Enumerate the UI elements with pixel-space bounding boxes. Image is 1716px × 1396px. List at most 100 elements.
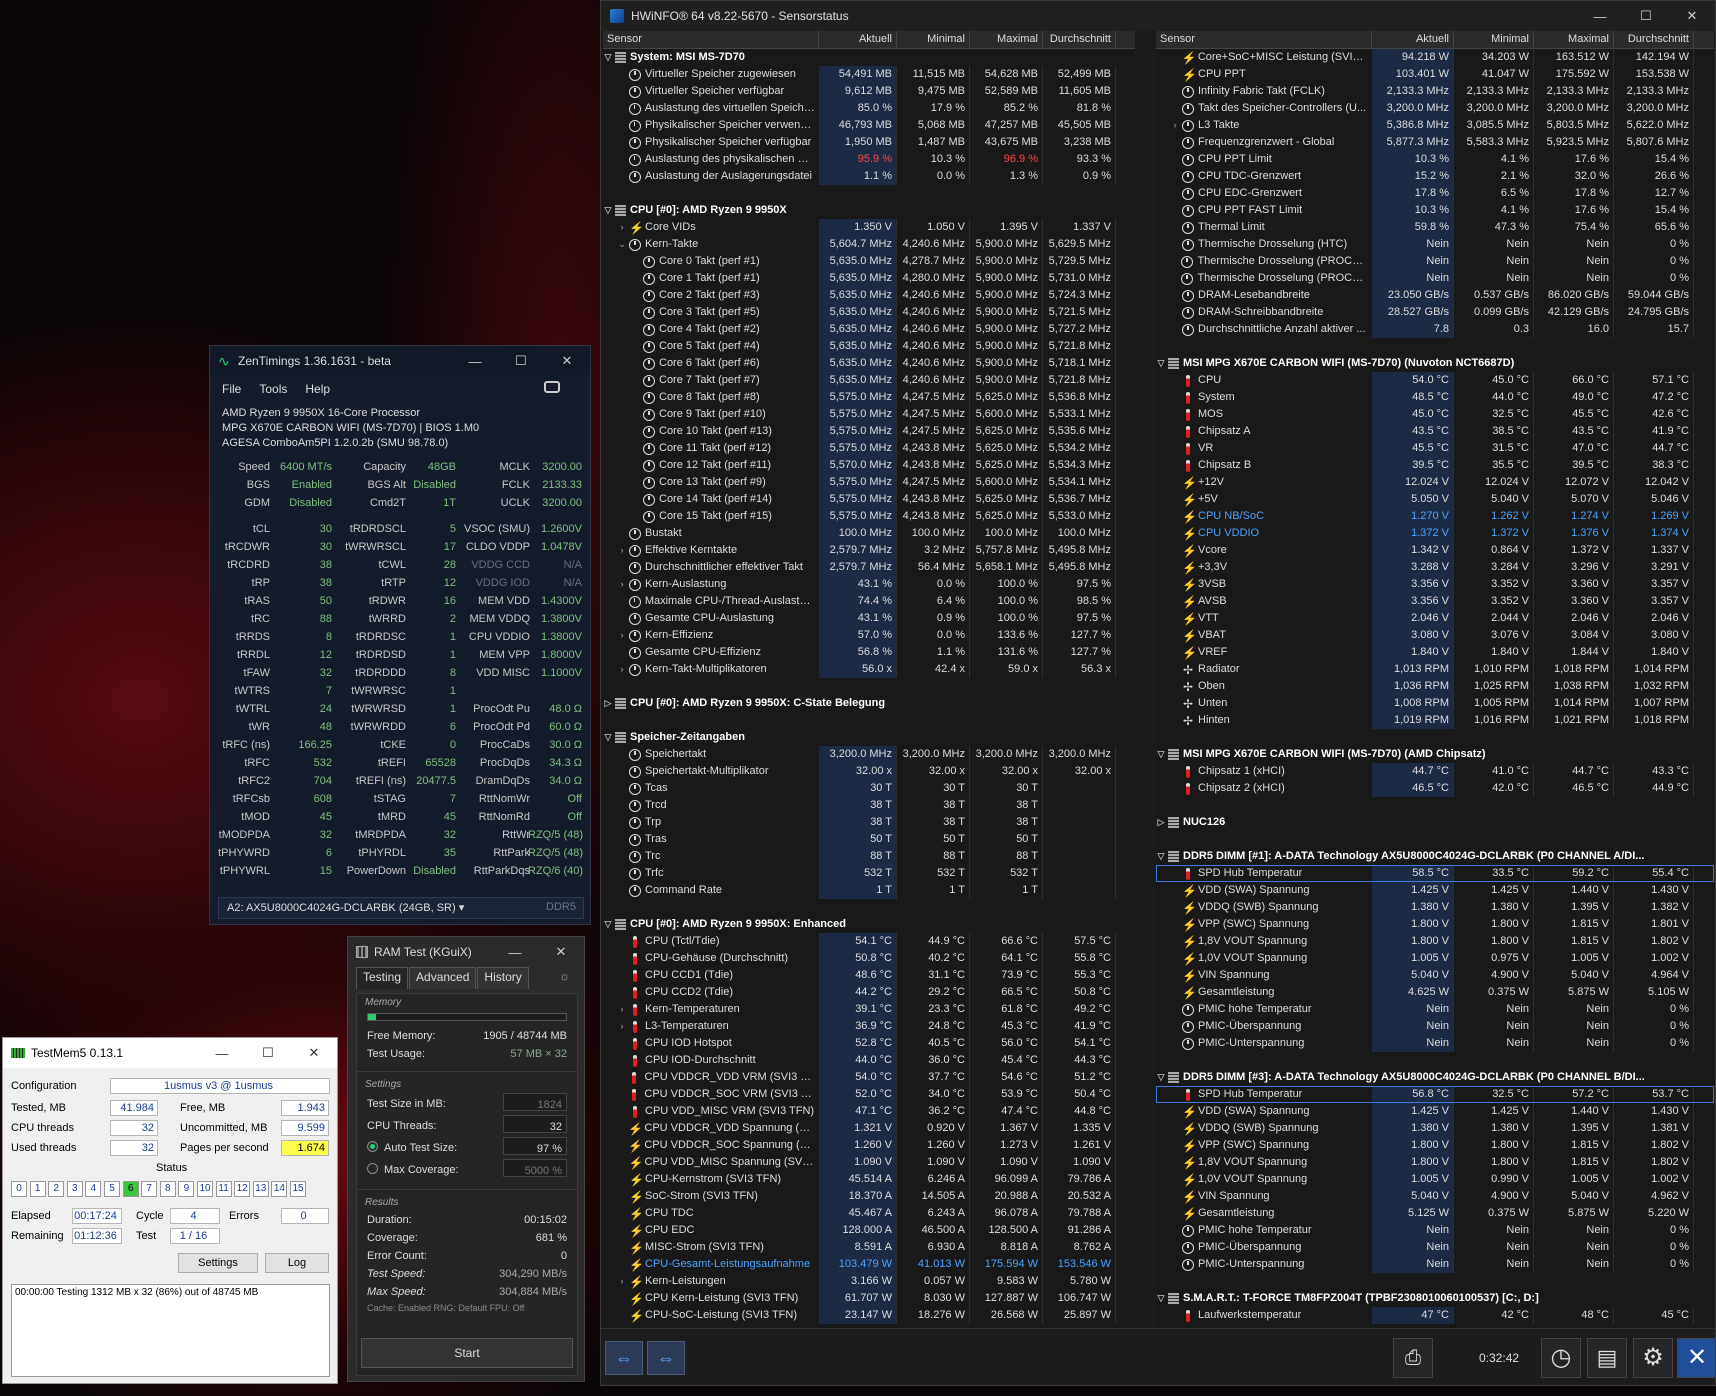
sensor-row[interactable]: Gesamte CPU-Effizienz 56.8 % 1.1 % 131.6 % 1… — [603, 644, 1135, 661]
sensor-row[interactable]: Core 8 Takt (perf #8) 5,575.0 MHz 4,247.5 … — [603, 389, 1135, 406]
sensor-row[interactable]: ⚡ 1,8V VOUT Spannung 1.800 V 1.800 V 1.815 V… — [1156, 933, 1714, 950]
sensor-row[interactable]: Core 7 Takt (perf #7) 5,635.0 MHz 4,240.6 … — [603, 372, 1135, 389]
sensor-row[interactable]: ⚡ CPU PPT 103.401 W 41.047 W 175.592 W 153.53… — [1156, 66, 1714, 83]
sensor-group[interactable]: ▽ MSI MPG X670E CARBON WIFI (MS-7D70) (AM… — [1156, 746, 1714, 763]
sensor-row[interactable]: Core 2 Takt (perf #3) 5,635.0 MHz 4,240.6 … — [603, 287, 1135, 304]
column-value-2[interactable]: Minimal — [897, 31, 970, 48]
sensor-group[interactable]: ▽ CPU [#0]: AMD Ryzen 9 9950X — [603, 202, 1135, 219]
sensor-row[interactable]: Laufwerkstemperatur 47 °C 42 °C 48 °C 45 °C — [1156, 1307, 1714, 1324]
tab-testing[interactable]: Testing — [356, 967, 409, 989]
test-size-input[interactable]: 1824 — [503, 1093, 567, 1111]
sensor-row[interactable]: CPU IOD-Durchschnitt 44.0 °C 36.0 °C 45.4 °… — [603, 1052, 1135, 1069]
sensor-row[interactable]: ⚡ CPU-SoC-Leistung (SVI3 TFN) 23.147 W 18.2… — [603, 1307, 1135, 1324]
sensor-row[interactable]: PMIC-Überspannung Nein Nein Nein 0 % — [1156, 1239, 1714, 1256]
cpu-threads-input[interactable]: 32 — [503, 1115, 567, 1133]
sensor-row[interactable]: Trcd 38 T 38 T 38 T — [603, 797, 1135, 814]
sensor-row[interactable]: Auslastung des physikalischen Sp... 95.9 … — [603, 151, 1135, 168]
sensor-row[interactable]: Core 15 Takt (perf #15) 5,575.0 MHz 4,243.… — [603, 508, 1135, 525]
sensor-row[interactable]: CPU EDC-Grenzwert 17.8 % 6.5 % 17.8 % 12.7 % — [1156, 185, 1714, 202]
column-value-1[interactable]: Aktuell — [819, 31, 897, 48]
chevron-right-icon[interactable]: › — [617, 1018, 627, 1035]
chevron-right-icon[interactable]: › — [617, 627, 627, 644]
sensor-row[interactable]: DRAM-Schreibbandbreite 28.527 GB/s 0.099 G… — [1156, 304, 1714, 321]
sensor-row[interactable]: › Kern-Temperaturen 39.1 °C 23.3 °C 61.8 °C 4… — [603, 1001, 1135, 1018]
sensor-row[interactable]: ⚡ VIN Spannung 5.040 V 4.900 V 5.040 V 4.964 … — [1156, 967, 1714, 984]
sensor-row[interactable]: PMIC-Unterspannung Nein Nein Nein 0 % — [1156, 1256, 1714, 1273]
sensor-row[interactable]: DRAM-Lesebandbreite 23.050 GB/s 0.537 GB/s… — [1156, 287, 1714, 304]
chevron-down-icon[interactable]: ▽ — [603, 916, 613, 933]
minimize-button[interactable]: — — [452, 346, 498, 376]
sensor-row[interactable]: Command Rate 1 T1 T1 T — [603, 882, 1135, 899]
sensor-row[interactable]: CPU CCD2 (Tdie) 44.2 °C 29.2 °C 66.5 °C 50.8… — [603, 984, 1135, 1001]
sensor-row[interactable]: Chipsatz B 39.5 °C 35.5 °C 39.5 °C 38.3 °C — [1156, 457, 1714, 474]
sensor-row[interactable]: Thermal Limit 59.8 % 47.3 % 75.4 % 65.6 % — [1156, 219, 1714, 236]
sensor-row[interactable]: CPU VDDCR_VDD VRM (SVI3 TFN) 54.0 °C 37.7 … — [603, 1069, 1135, 1086]
sensor-row[interactable]: MOS 45.0 °C 32.5 °C 45.5 °C 42.6 °C — [1156, 406, 1714, 423]
sensor-group[interactable]: ▽ MSI MPG X670E CARBON WIFI (MS-7D70) (Nu… — [1156, 355, 1714, 372]
sensor-row[interactable]: ✢ Unten 1,008 RPM 1,005 RPM 1,014 RPM 1,007 R… — [1156, 695, 1714, 712]
sensor-row[interactable]: ⚡ 1,0V VOUT Spannung 1.005 V 0.990 V 1.005 V… — [1156, 1171, 1714, 1188]
sensor-row[interactable]: ⚡ 1,8V VOUT Spannung 1.800 V 1.800 V 1.815 V… — [1156, 1154, 1714, 1171]
sensor-row[interactable]: ⚡ CPU VDDCR_SOC Spannung (SVI... 1.260 V 1.… — [603, 1137, 1135, 1154]
sensor-row[interactable]: ⚡ CPU VDDIO 1.372 V 1.372 V 1.376 V 1.374 V — [1156, 525, 1714, 542]
column-value-1[interactable]: Aktuell — [1372, 31, 1454, 48]
sensor-row[interactable]: Core 3 Takt (perf #5) 5,635.0 MHz 4,240.6 … — [603, 304, 1135, 321]
sensor-row[interactable]: › Effektive Kerntakte 2,579.7 MHz 3.2 MHz 5,… — [603, 542, 1135, 559]
sensor-row[interactable]: CPU 54.0 °C 45.0 °C 66.0 °C 57.1 °C — [1156, 372, 1714, 389]
sensor-row[interactable]: System 48.5 °C 44.0 °C 49.0 °C 47.2 °C — [1156, 389, 1714, 406]
sensor-row[interactable]: ⚡ CPU EDC 128.000 A 46.500 A 128.500 A 91.286… — [603, 1222, 1135, 1239]
sensor-group[interactable]: ▽ DDR5 DIMM [#1]: A-DATA Technology AX5U8… — [1156, 848, 1714, 865]
chevron-down-icon[interactable]: ▽ — [1156, 1290, 1166, 1307]
sensor-row[interactable]: › ⚡ Kern-Leistungen 3.166 W 0.057 W 9.583 W 5.… — [603, 1273, 1135, 1290]
sensor-row[interactable]: CPU (Tctl/Tdie) 54.1 °C 44.9 °C 66.6 °C 57.5… — [603, 933, 1135, 950]
chevron-right-icon[interactable]: › — [617, 1001, 627, 1018]
sensor-row[interactable]: Thermische Drosselung (PROCHO... Nein Nein… — [1156, 270, 1714, 287]
sensor-row[interactable]: Bustakt 100.0 MHz 100.0 MHz 100.0 MHz 100.0 … — [603, 525, 1135, 542]
sensor-group[interactable]: ▽ System: MSI MS-7D70 — [603, 49, 1135, 66]
clock-reset-icon[interactable]: ◷ — [1541, 1338, 1581, 1378]
chevron-right-icon[interactable]: › — [1170, 117, 1180, 134]
sensor-row[interactable]: VR 45.5 °C 31.5 °C 47.0 °C 44.7 °C — [1156, 440, 1714, 457]
tab-history[interactable]: History — [477, 967, 529, 989]
sensor-row[interactable]: Physikalischer Speicher verfügbar 1,950 M… — [603, 134, 1135, 151]
sensor-row[interactable]: ⚡ VREF 1.840 V 1.840 V 1.844 V 1.840 V — [1156, 644, 1714, 661]
column-value-2[interactable]: Minimal — [1454, 31, 1534, 48]
sensor-row[interactable]: Core 12 Takt (perf #11) 5,570.0 MHz 4,243.… — [603, 457, 1135, 474]
sensor-row[interactable]: ⚡ CPU VDDCR_VDD Spannung (SVI... 1.321 V 0.… — [603, 1120, 1135, 1137]
sensor-row[interactable]: ⚡ CPU-Kernstrom (SVI3 TFN) 45.514 A 6.246 A… — [603, 1171, 1135, 1188]
sensor-row[interactable]: Tras 50 T 50 T 50 T — [603, 831, 1135, 848]
network-icon[interactable]: ⎙ — [1393, 1338, 1433, 1378]
sensor-row[interactable]: ⚡ VDDQ (SWB) Spannung 1.380 V 1.380 V 1.395 … — [1156, 899, 1714, 916]
close-button[interactable]: ✕ — [538, 937, 584, 967]
sensor-row[interactable]: SPD Hub Temperatur 56.8 °C 32.5 °C 57.2 °C 5… — [1156, 1086, 1714, 1103]
maximize-button[interactable]: ☐ — [245, 1038, 291, 1068]
sensor-row[interactable]: ⌄ Kern-Takte 5,604.7 MHz 4,240.6 MHz 5,900.0… — [603, 236, 1135, 253]
sensor-row[interactable]: Trc 88 T 88 T 88 T — [603, 848, 1135, 865]
sensor-row[interactable]: CPU-Gehäuse (Durchschnitt) 50.8 °C 40.2 °C… — [603, 950, 1135, 967]
sensor-row[interactable]: ⚡ VDD (SWA) Spannung 1.425 V 1.425 V 1.440 V… — [1156, 1103, 1714, 1120]
sensor-row[interactable]: ⚡ SoC-Strom (SVI3 TFN) 18.370 A 14.505 A 20.… — [603, 1188, 1135, 1205]
chevron-down-icon[interactable]: ▽ — [603, 202, 613, 219]
sensor-row[interactable]: ⚡ VTT 2.046 V 2.044 V 2.046 V 2.046 V — [1156, 610, 1714, 627]
sensor-row[interactable]: ⚡ 3VSB 3.356 V 3.352 V 3.360 V 3.357 V — [1156, 576, 1714, 593]
chevron-right-icon[interactable]: ▷ — [603, 695, 613, 712]
sensor-pane-left[interactable]: Sensor Aktuell Minimal Maximal Durchschnitt ▽… — [603, 31, 1135, 1328]
log-output[interactable]: 00:00:00 Testing 1312 MB x 32 (86%) out … — [11, 1284, 330, 1377]
sensor-group[interactable]: ▽ CPU [#0]: AMD Ryzen 9 9950X: Enhanced — [603, 916, 1135, 933]
screenshot-camera-icon[interactable] — [544, 381, 560, 393]
sensor-row[interactable]: Tcas 30 T 30 T 30 T — [603, 780, 1135, 797]
sensor-row[interactable]: Core 9 Takt (perf #10) 5,575.0 MHz 4,247.5… — [603, 406, 1135, 423]
settings-gear-icon[interactable]: ⚙ — [1633, 1338, 1673, 1378]
sensor-row[interactable]: Maximale CPU-/Thread-Auslastung 74.4 % 6.4… — [603, 593, 1135, 610]
sensor-row[interactable]: Virtueller Speicher verfügbar 9,612 MB 9,4… — [603, 83, 1135, 100]
testmem5-titlebar[interactable]: TestMem5 0.13.1 — ☐ ✕ — [3, 1038, 337, 1068]
chevron-right-icon[interactable]: ▷ — [1156, 814, 1166, 831]
chevron-down-icon[interactable]: ▽ — [1156, 1069, 1166, 1086]
sensor-row[interactable]: ⚡ CPU Kern-Leistung (SVI3 TFN) 61.707 W 8.0… — [603, 1290, 1135, 1307]
menu-help[interactable]: Help — [305, 382, 330, 396]
sensor-row[interactable]: Trfc 532 T 532 T 532 T — [603, 865, 1135, 882]
sensor-row[interactable]: CPU TDC-Grenzwert 15.2 % 2.1 % 32.0 % 26.6 % — [1156, 168, 1714, 185]
chevron-right-icon[interactable]: › — [617, 661, 627, 678]
sensor-group[interactable]: ▽ S.M.A.R.T.: T-FORCE TM8FPZ004T (TPBF230… — [1156, 1290, 1714, 1307]
chevron-right-icon[interactable]: › — [617, 1273, 627, 1290]
